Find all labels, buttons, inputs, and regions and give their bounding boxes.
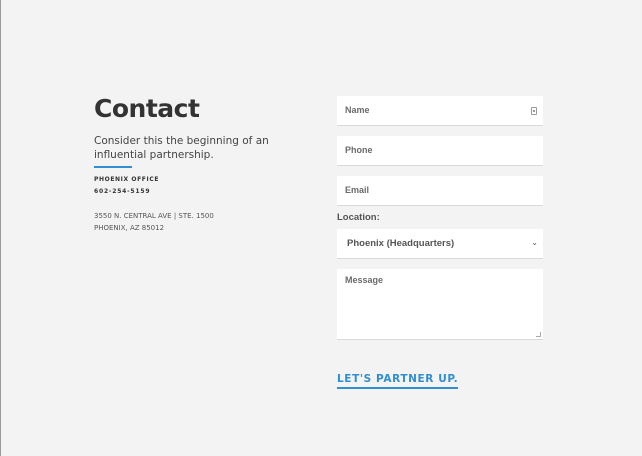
phone-placeholder: Phone (345, 145, 373, 155)
submit-button[interactable]: LET'S PARTNER UP. (337, 373, 459, 389)
location-label: Location: (337, 212, 380, 223)
resize-grip-icon[interactable] (536, 332, 541, 337)
contact-info: Contact Consider this the beginning of a… (94, 94, 324, 234)
page: Contact Consider this the beginning of a… (0, 0, 642, 456)
autofill-key-icon[interactable] (531, 107, 537, 115)
email-placeholder: Email (345, 185, 370, 195)
location-select[interactable]: Phoenix (Headquarters) ⌄ (337, 229, 543, 259)
message-placeholder: Message (345, 275, 384, 285)
address-line-1: 3550 N. CENTRAL AVE | STE. 1500 (94, 212, 214, 220)
message-field[interactable]: Message (337, 269, 543, 340)
chevron-down-icon: ⌄ (531, 238, 538, 247)
office-address: 3550 N. CENTRAL AVE | STE. 1500 PHOENIX,… (94, 210, 324, 234)
office-phone: 602-254-5159 (94, 188, 151, 195)
name-field[interactable]: Name (337, 96, 543, 126)
tagline: Consider this the beginning of an influe… (94, 135, 269, 161)
phone-field[interactable]: Phone (337, 136, 543, 166)
office-label: PHOENIX OFFICE (94, 176, 160, 183)
contact-form: Name Phone Email Location: Phoenix (Head… (337, 96, 543, 340)
address-line-2: PHOENIX, AZ 85012 (94, 224, 165, 232)
location-selected-value: Phoenix (Headquarters) (347, 238, 455, 249)
email-field[interactable]: Email (337, 176, 543, 206)
name-placeholder: Name (345, 105, 370, 115)
accent-divider (94, 166, 132, 168)
page-title: Contact (94, 94, 200, 123)
